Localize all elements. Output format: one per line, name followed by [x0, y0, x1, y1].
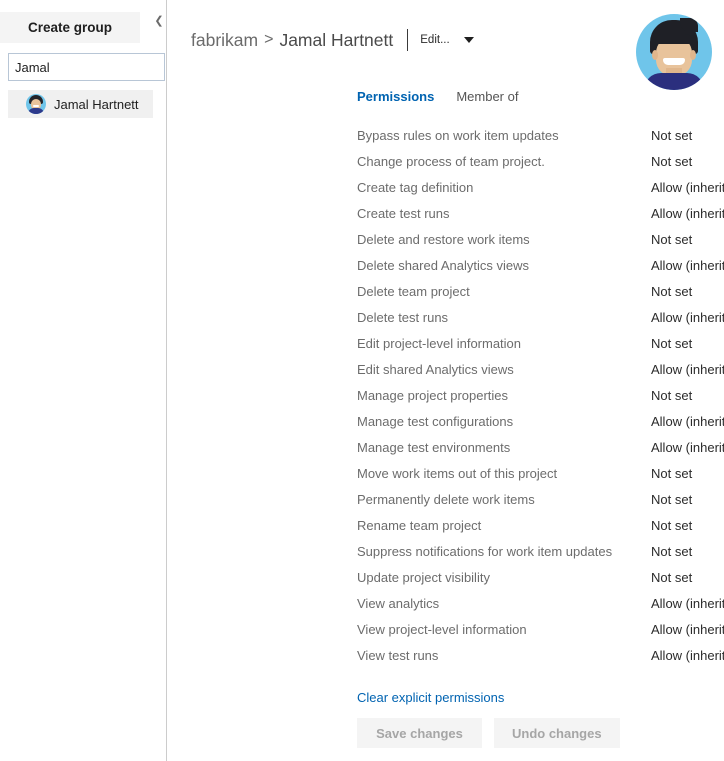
page-title: Jamal Hartnett [279, 29, 394, 50]
permission-name: View project-level information [357, 622, 527, 637]
permission-value[interactable]: Not set [651, 517, 692, 534]
undo-button[interactable]: Undo changes [494, 718, 620, 748]
permission-value[interactable]: Allow (inherited) [651, 621, 724, 638]
table-row[interactable]: View test runs Allow (inherited) [357, 647, 724, 673]
save-button[interactable]: Save changes [357, 718, 482, 748]
table-row[interactable]: Create test runs Allow (inherited) [357, 205, 724, 231]
permission-value[interactable]: Allow (inherited) [651, 647, 724, 664]
permission-name: Delete team project [357, 284, 470, 299]
table-row[interactable]: View project-level information Allow (inh… [357, 621, 724, 647]
edit-button[interactable]: Edit... [420, 34, 449, 46]
caret-down-icon[interactable] [463, 37, 474, 43]
permission-value[interactable]: Allow (inherited) [651, 205, 724, 222]
breadcrumb: fabrikam > Jamal Hartnett Edit... [191, 27, 474, 53]
identity-list: Jamal Hartnett [8, 90, 153, 118]
avatar [26, 94, 46, 114]
permission-value[interactable]: Not set [651, 153, 692, 170]
permission-name: Change process of team project. [357, 154, 545, 169]
list-item[interactable]: Jamal Hartnett [8, 90, 153, 118]
table-row[interactable]: Permanently delete work items Not set [357, 491, 724, 517]
identity-sidebar: Create group ❮ Jamal Hartnett [0, 0, 167, 761]
permission-name: View analytics [357, 596, 440, 611]
tab-member-of[interactable]: Member of [456, 89, 518, 104]
permission-name: Delete shared Analytics views [357, 258, 529, 273]
table-row[interactable]: Edit project-level information Not set [357, 335, 724, 361]
table-row[interactable]: Create tag definition Allow (inherited) [357, 179, 724, 205]
permission-value[interactable]: Not set [651, 283, 692, 300]
permission-name: View test runs [357, 648, 439, 663]
table-row[interactable]: Delete test runs Allow (inherited) [357, 309, 724, 335]
permissions-table: Bypass rules on work item updates Not set… [357, 127, 724, 673]
permission-name: Permanently delete work items [357, 492, 535, 507]
permission-value[interactable]: Not set [651, 335, 692, 352]
identity-name: Jamal Hartnett [54, 96, 139, 112]
profile-avatar-icon [636, 14, 712, 90]
permission-name: Manage project properties [357, 388, 509, 403]
table-row[interactable]: Manage project properties Not set [357, 387, 724, 413]
table-row[interactable]: Manage test configurations Allow (inherit… [357, 413, 724, 439]
permission-name: Edit shared Analytics views [357, 362, 514, 377]
permission-value[interactable]: Allow (inherited) [651, 439, 724, 456]
table-row[interactable]: Delete and restore work items Not set [357, 231, 724, 257]
permission-name: Edit project-level information [357, 336, 522, 351]
permission-name: Create tag definition [357, 180, 474, 195]
permission-name: Move work items out of this project [357, 466, 558, 481]
chevron-left-icon[interactable]: ❮ [152, 12, 166, 30]
permission-value[interactable]: Allow (inherited) [651, 361, 724, 378]
permission-value[interactable]: Allow (inherited) [651, 413, 724, 430]
clear-explicit-permissions-link[interactable]: Clear explicit permissions [357, 690, 504, 705]
table-row[interactable]: Update project visibility Not set [357, 569, 724, 595]
permission-name: Create test runs [357, 206, 450, 221]
permission-value[interactable]: Not set [651, 491, 692, 508]
table-row[interactable]: View analytics Allow (inherited) [357, 595, 724, 621]
table-row[interactable]: Move work items out of this project Not s… [357, 465, 724, 491]
breadcrumb-divider [407, 29, 409, 51]
permission-value[interactable]: Not set [651, 569, 692, 586]
search-input[interactable] [8, 53, 165, 81]
tab-permissions[interactable]: Permissions [357, 89, 434, 104]
permission-name: Manage test environments [357, 440, 511, 455]
table-row[interactable]: Suppress notifications for work item upd… [357, 543, 724, 569]
permission-value[interactable]: Not set [651, 387, 692, 404]
permission-value[interactable]: Not set [651, 127, 692, 144]
table-row[interactable]: Delete shared Analytics views Allow (inhe… [357, 257, 724, 283]
action-button-group: Save changes Undo changes [357, 718, 620, 748]
permission-value[interactable]: Allow (inherited) [651, 595, 724, 612]
permission-name: Rename team project [357, 518, 482, 533]
table-row[interactable]: Manage test environments Allow (inherited… [357, 439, 724, 465]
permission-name: Update project visibility [357, 570, 490, 585]
table-row[interactable]: Rename team project Not set [357, 517, 724, 543]
permission-value[interactable]: Not set [651, 231, 692, 248]
permission-value[interactable]: Allow (inherited) [651, 257, 724, 274]
permissions-page: Create group ❮ Jamal Hartnett fabrikam >… [0, 0, 724, 761]
breadcrumb-separator: > [264, 31, 274, 48]
table-row[interactable]: Edit shared Analytics views Allow (inheri… [357, 361, 724, 387]
tab-bar: Permissions Member of [357, 89, 518, 104]
table-row[interactable]: Bypass rules on work item updates Not set [357, 127, 724, 153]
create-group-button[interactable]: Create group [0, 12, 140, 43]
breadcrumb-org[interactable]: fabrikam [191, 30, 258, 51]
permission-name: Manage test configurations [357, 414, 514, 429]
permission-name: Delete and restore work items [357, 232, 530, 247]
table-row[interactable]: Change process of team project. Not set [357, 153, 724, 179]
permission-value[interactable]: Allow (inherited) [651, 309, 724, 326]
details-pane: fabrikam > Jamal Hartnett Edit... Permis… [167, 0, 724, 761]
permission-name: Suppress notifications for work item upd… [357, 544, 613, 559]
permission-name: Bypass rules on work item updates [357, 128, 559, 143]
table-row[interactable]: Delete team project Not set [357, 283, 724, 309]
permission-value[interactable]: Not set [651, 543, 692, 560]
permission-name: Delete test runs [357, 310, 449, 325]
permission-value[interactable]: Not set [651, 465, 692, 482]
permission-value[interactable]: Allow (inherited) [651, 179, 724, 196]
